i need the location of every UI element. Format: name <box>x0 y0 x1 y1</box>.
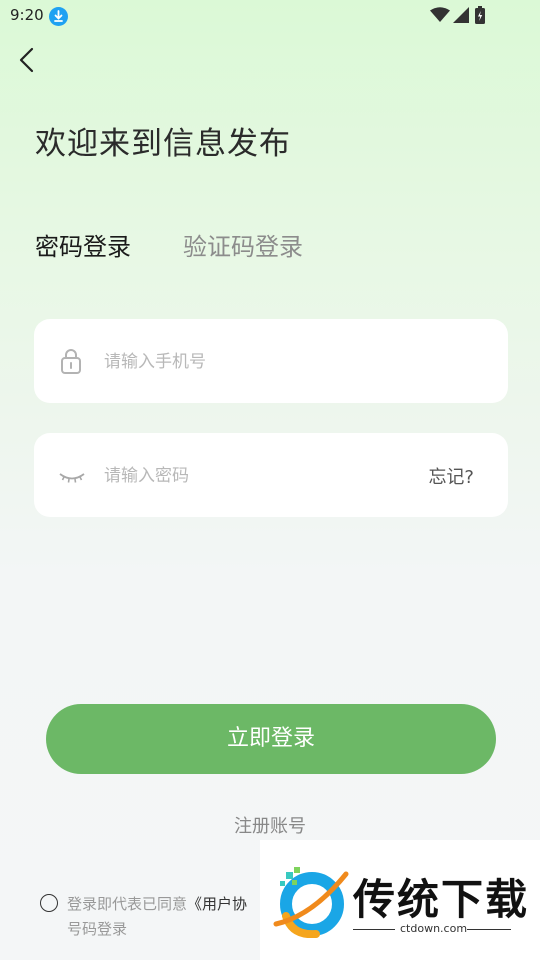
agreement-prefix: 登录即代表已同意 <box>67 895 188 913</box>
phone-input[interactable] <box>102 343 406 381</box>
signal-icon <box>453 7 469 23</box>
forgot-password-link[interactable]: 忘记? <box>428 463 474 489</box>
chevron-left-icon <box>19 47 34 73</box>
password-field: 忘记? <box>34 433 508 517</box>
agreement-line2: 号码登录 <box>67 920 128 938</box>
watermark-title: 传统下载 <box>353 875 530 924</box>
battery-icon <box>475 6 485 24</box>
user-agreement-link[interactable]: 《用户协 <box>187 895 247 913</box>
wifi-icon <box>430 7 450 22</box>
login-button[interactable]: 立即登录 <box>46 704 496 774</box>
agreement-radio[interactable] <box>40 894 58 912</box>
register-link[interactable]: 注册账号 <box>0 812 540 838</box>
watermark-url: ctdown.com <box>400 922 468 935</box>
download-icon <box>49 7 68 26</box>
watermark-divider-left <box>353 929 395 930</box>
tab-password-login[interactable]: 密码登录 <box>35 227 131 262</box>
status-bar: 9:20 <box>0 0 540 32</box>
watermark-logo-icon <box>273 867 349 938</box>
page-title: 欢迎来到信息发布 <box>35 126 291 162</box>
watermark-divider-right <box>467 929 511 930</box>
phone-field <box>34 319 508 403</box>
tab-code-login[interactable]: 验证码登录 <box>183 227 303 262</box>
watermark: 传统下载 ctdown.com <box>260 840 540 960</box>
agreement-text: 登录即代表已同意《用户协 号码登录 <box>67 892 267 942</box>
back-button[interactable] <box>14 44 44 76</box>
password-input[interactable] <box>102 457 406 495</box>
eye-closed-icon[interactable] <box>58 461 86 489</box>
lock-icon <box>61 349 81 374</box>
status-time: 9:20 <box>10 6 44 24</box>
system-icons <box>430 6 510 26</box>
